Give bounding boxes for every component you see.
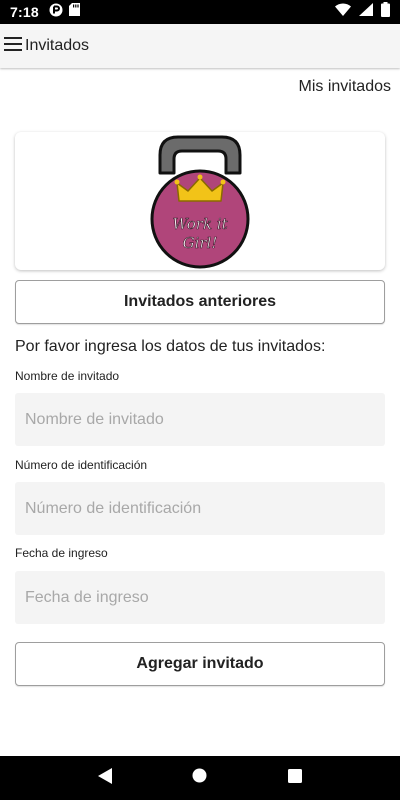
home-button[interactable]	[180, 758, 220, 798]
previous-guests-button[interactable]: Invitados anteriores	[15, 280, 385, 324]
id-number-input[interactable]	[15, 482, 385, 535]
logo-text-line2: Girl!	[183, 234, 218, 252]
back-icon	[98, 767, 113, 789]
logo-text-line1: Work it	[172, 215, 228, 233]
status-time: 7:18	[10, 4, 39, 20]
recents-icon	[287, 768, 302, 788]
my-guests-link[interactable]: Mis invitados	[299, 78, 391, 96]
id-number-label: Número de identificación	[15, 458, 148, 472]
kettlebell-logo: Work it Girl!	[150, 135, 250, 269]
back-button[interactable]	[85, 758, 125, 798]
status-right-icons	[335, 2, 390, 22]
app-bar: Invitados	[0, 24, 400, 68]
battery-icon	[381, 2, 390, 22]
recents-button[interactable]	[275, 758, 315, 798]
status-bar: 7:18	[0, 0, 400, 24]
menu-button[interactable]	[2, 24, 24, 68]
add-guest-button[interactable]: Agregar invitado	[15, 642, 385, 686]
signal-icon	[359, 3, 373, 21]
entry-date-input[interactable]	[15, 571, 385, 624]
hamburger-menu-icon	[4, 36, 22, 56]
name-input[interactable]	[15, 393, 385, 446]
screen: 7:18 Invitados Mis invitados Work it Gir…	[0, 0, 400, 800]
sd-card-icon	[68, 3, 80, 21]
wifi-icon	[335, 3, 351, 21]
logo-card: Work it Girl!	[15, 132, 385, 270]
name-label: Nombre de invitado	[15, 369, 120, 383]
navigation-bar	[0, 756, 400, 800]
notification-app-icon	[49, 3, 63, 22]
status-left-icons	[49, 3, 80, 22]
home-icon	[192, 768, 207, 788]
entry-date-label: Fecha de ingreso	[15, 546, 108, 560]
app-title: Invitados	[25, 37, 90, 54]
instructions-text: Por favor ingresa los datos de tus invit…	[15, 338, 326, 355]
